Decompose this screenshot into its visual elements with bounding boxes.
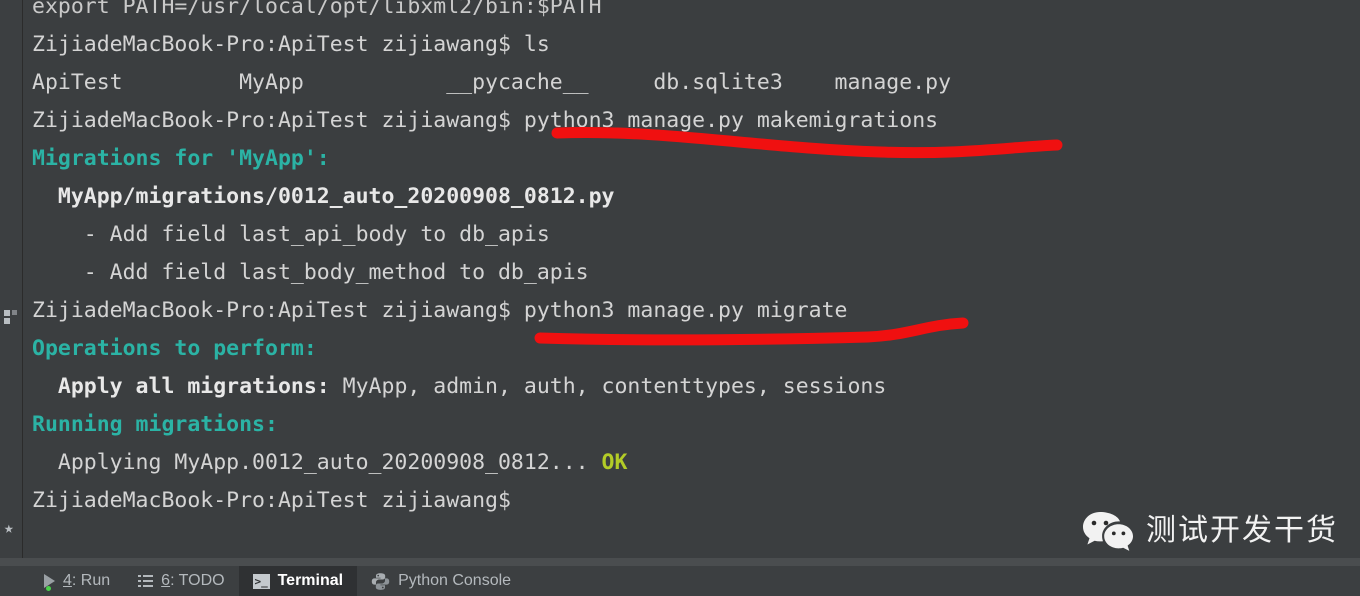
terminal-line: ZijiadeMacBook-Pro:ApiTest zijiawang$ ls xyxy=(32,32,550,57)
tool-tab-terminal[interactable]: >_ Terminal xyxy=(238,566,358,596)
terminal-line: MyApp/migrations/0012_auto_20200908_0812… xyxy=(32,184,615,209)
tool-tab-todo[interactable]: 6: TODO xyxy=(124,566,238,596)
sidebar-tab-structure[interactable]: 7: Structure xyxy=(0,0,22,210)
terminal-line: Migrations for 'MyApp': xyxy=(32,146,330,171)
terminal-line: export PATH=/usr/local/opt/libxml2/bin:$… xyxy=(32,0,602,19)
grid-icon[interactable] xyxy=(4,310,18,324)
tool-tab-python-console-label: Python Console xyxy=(398,572,512,589)
watermark-text: 测试开发干货 xyxy=(1146,513,1338,548)
terminal-line: - Add field last_body_method to db_apis xyxy=(32,260,589,285)
apply-all-migrations-apps: MyApp, admin, auth, contenttypes, sessio… xyxy=(329,374,887,399)
terminal-output: export PATH=/usr/local/opt/libxml2/bin:$… xyxy=(23,0,1360,520)
terminal-line: Applying MyApp.0012_auto_20200908_0812..… xyxy=(23,444,1360,482)
terminal-line: Apply all migrations: MyApp, admin, auth… xyxy=(23,368,1360,406)
tool-tab-terminal-label: Terminal xyxy=(277,572,344,589)
wechat-logo-icon xyxy=(1083,512,1133,551)
applying-migration-label: Applying MyApp.0012_auto_20200908_0812..… xyxy=(32,450,602,475)
terminal-line: - Add field last_api_body to db_apis xyxy=(32,222,550,247)
bottom-tool-window-bar: 4: Run 6: TODO >_ Terminal Python Consol… xyxy=(0,558,1360,596)
sidebar-tab-favorites[interactable]: 2: Favorites xyxy=(0,360,22,510)
terminal-prompt-icon: >_ xyxy=(252,573,270,589)
terminal-panel[interactable]: export PATH=/usr/local/opt/libxml2/bin:$… xyxy=(23,0,1360,566)
star-icon[interactable]: ★ xyxy=(4,518,18,536)
terminal-line: ZijiadeMacBook-Pro:ApiTest zijiawang$ py… xyxy=(32,298,848,323)
tool-tab-run-label: 4: Run xyxy=(63,572,111,589)
terminal-line: Operations to perform: xyxy=(32,336,317,361)
tool-tab-run[interactable]: 4: Run xyxy=(30,566,124,596)
tool-tab-todo-label: 6: TODO xyxy=(161,572,225,589)
ide-window: 7: Structure 2: Favorites ★ export PATH=… xyxy=(0,0,1360,596)
python-logo-icon xyxy=(371,572,390,590)
terminal-line: Running migrations: xyxy=(32,412,278,437)
todo-list-icon xyxy=(138,575,154,587)
watermark: 测试开发干货 xyxy=(1082,510,1338,552)
terminal-line: ApiTest MyApp __pycache__ db.sqlite3 man… xyxy=(32,70,952,95)
tool-tab-python-console[interactable]: Python Console xyxy=(357,566,525,596)
status-badge-ok: OK xyxy=(601,450,628,475)
apply-all-migrations-label: Apply all migrations: xyxy=(32,374,330,399)
run-play-icon xyxy=(44,574,55,591)
left-tool-strip: 7: Structure 2: Favorites ★ xyxy=(0,0,23,566)
terminal-line: ZijiadeMacBook-Pro:ApiTest zijiawang$ py… xyxy=(32,108,939,133)
